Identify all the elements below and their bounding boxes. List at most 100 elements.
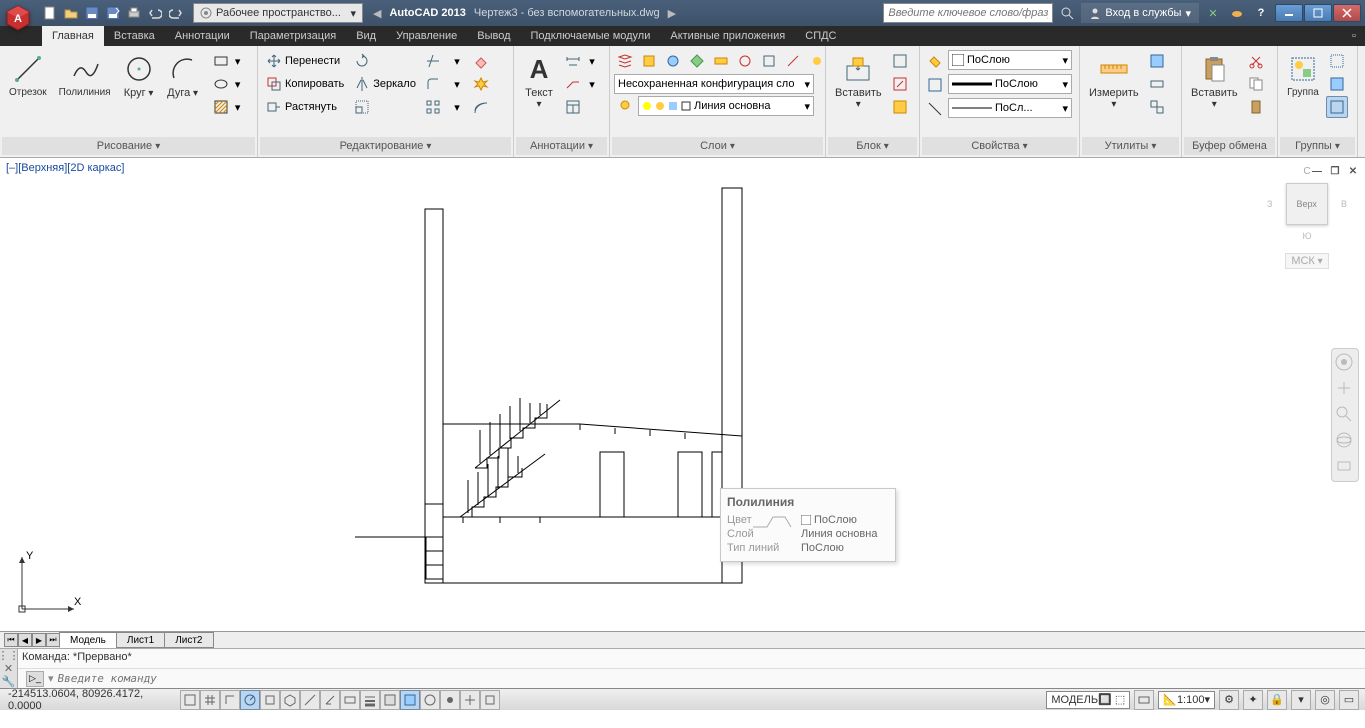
sb-btn15[interactable] (460, 690, 480, 710)
edit-block-icon[interactable] (889, 73, 911, 95)
sb-lock-icon[interactable]: 🔒 (1267, 690, 1287, 710)
new-icon[interactable] (40, 3, 60, 23)
sheet-tab-model[interactable]: Модель (59, 632, 117, 648)
layer-btn9[interactable] (806, 50, 828, 72)
cmd-close-icon[interactable]: ✕ (4, 662, 13, 675)
sb-ws-icon[interactable]: ✦ (1243, 690, 1263, 710)
ribbon-minimize-icon[interactable]: ▫ (1343, 26, 1365, 46)
panel-groups-title[interactable]: Группы ▾ (1280, 137, 1355, 155)
layer-btn8[interactable] (782, 50, 804, 72)
linetype-dropdown[interactable]: ПоСл...▾ (948, 98, 1072, 118)
util-icon3[interactable] (1146, 96, 1168, 118)
trim-icon[interactable] (422, 50, 444, 72)
layer-btn4[interactable] (686, 50, 708, 72)
undo-icon[interactable] (145, 3, 165, 23)
insert-block-button[interactable]: Вставить▾ (830, 50, 887, 113)
exchange-icon[interactable]: ✕ (1203, 3, 1223, 23)
color-dropdown[interactable]: ПоСлою▾ (948, 50, 1072, 70)
sb-ortho-icon[interactable] (220, 690, 240, 710)
drawing-canvas[interactable]: [–][Верхняя][2D каркас] — ❐ ✕ (0, 158, 1365, 631)
rotate-button[interactable] (350, 50, 420, 72)
layer-btn2[interactable] (638, 50, 660, 72)
sb-qp-icon[interactable] (400, 690, 420, 710)
rect-icon[interactable] (210, 50, 232, 72)
panel-layers-title[interactable]: Слои ▾ (612, 137, 823, 155)
modify-icon-3[interactable]: ▾ (446, 73, 468, 95)
layer-btn7[interactable] (758, 50, 780, 72)
create-block-icon[interactable] (889, 50, 911, 72)
tab-first-icon[interactable]: ⏮ (4, 633, 18, 647)
rect-dd[interactable]: ▾ (232, 50, 244, 72)
cloud-icon[interactable] (1227, 3, 1247, 23)
leader-dd[interactable]: ▾ (586, 73, 598, 95)
erase-icon[interactable] (470, 50, 492, 72)
sheet-tab-2[interactable]: Лист2 (164, 632, 213, 648)
sb-dyn-icon[interactable] (340, 690, 360, 710)
tab-next-icon[interactable]: ▶ (32, 633, 46, 647)
tab-manage[interactable]: Управление (386, 26, 467, 46)
sb-lwt-icon[interactable] (360, 690, 380, 710)
mirror-button[interactable]: Зеркало (350, 73, 420, 95)
maximize-button[interactable] (1304, 4, 1332, 22)
command-input[interactable] (58, 672, 1361, 685)
tab-active-apps[interactable]: Активные приложения (660, 26, 795, 46)
clip-icon3[interactable] (1245, 96, 1267, 118)
tab-annotate[interactable]: Аннотации (165, 26, 240, 46)
polyline-button[interactable]: Полилиния (54, 50, 116, 101)
pan-icon[interactable] (1335, 379, 1355, 399)
sign-in-button[interactable]: Вход в службы ▾ (1081, 3, 1199, 23)
dim-dd[interactable]: ▾ (586, 50, 598, 72)
cmd-wrench-icon[interactable]: 🔧 (2, 675, 16, 688)
layer-state-dropdown[interactable]: Несохраненная конфигурация сло▾ (614, 74, 814, 94)
dim-linear-icon[interactable] (562, 50, 584, 72)
annotation-scale[interactable]: 📐 1:100 ▾ (1158, 691, 1215, 709)
group-button[interactable]: Группа (1282, 50, 1324, 101)
array-icon[interactable] (422, 96, 444, 118)
search-icon[interactable] (1057, 3, 1077, 23)
line-button[interactable]: Отрезок (4, 50, 52, 101)
navigation-bar[interactable] (1331, 348, 1359, 482)
showmotion-icon[interactable] (1335, 457, 1355, 477)
sb-ducs-icon[interactable] (320, 690, 340, 710)
block-attr-icon[interactable] (889, 96, 911, 118)
save-icon[interactable] (82, 3, 102, 23)
panel-draw-title[interactable]: Рисование ▾ (2, 137, 255, 155)
ungroup-icon[interactable] (1326, 50, 1348, 72)
modify-icon-5[interactable]: ▾ (446, 96, 468, 118)
sb-osnap-icon[interactable] (260, 690, 280, 710)
sb-grid-icon[interactable] (200, 690, 220, 710)
zoom-icon[interactable] (1335, 405, 1355, 425)
saveas-icon[interactable] (103, 3, 123, 23)
group-select-icon[interactable] (1326, 96, 1348, 118)
move-button[interactable]: Перенести (262, 50, 348, 72)
close-button[interactable] (1333, 4, 1361, 22)
table-icon[interactable] (562, 96, 584, 118)
open-icon[interactable] (61, 3, 81, 23)
help-icon[interactable]: ? (1251, 3, 1271, 23)
stretch-button[interactable]: Растянуть (262, 96, 348, 118)
paste-button[interactable]: Вставить▾ (1186, 50, 1243, 113)
search-input[interactable] (883, 3, 1053, 23)
tab-output[interactable]: Вывод (467, 26, 520, 46)
copy-clip-icon[interactable] (1245, 73, 1267, 95)
measure-button[interactable]: Измерить▾ (1084, 50, 1144, 113)
layer-btn5[interactable] (710, 50, 732, 72)
hatch-dd[interactable]: ▾ (232, 96, 244, 118)
offset-icon[interactable] (470, 96, 492, 118)
panel-modify-title[interactable]: Редактирование ▾ (260, 137, 511, 155)
match-props-icon[interactable] (924, 50, 946, 72)
props-icon3[interactable] (924, 98, 946, 120)
sb-btn16[interactable] (480, 690, 500, 710)
viewcube-face[interactable]: Верх (1286, 183, 1328, 225)
modify-icon-1[interactable]: ▾ (446, 50, 468, 72)
panel-clipboard-title[interactable]: Буфер обмена (1184, 137, 1275, 155)
util-icon2[interactable] (1146, 73, 1168, 95)
scale-button[interactable] (350, 96, 420, 118)
wcs-dropdown[interactable]: МСК ▾ (1285, 253, 1329, 269)
text-button[interactable]: AТекст▾ (518, 50, 560, 113)
layer-props-icon[interactable] (614, 50, 636, 72)
tab-view[interactable]: Вид (346, 26, 386, 46)
panel-block-title[interactable]: Блок ▾ (828, 137, 917, 155)
layer-filter-icon[interactable] (614, 96, 636, 118)
layer-btn6[interactable] (734, 50, 756, 72)
